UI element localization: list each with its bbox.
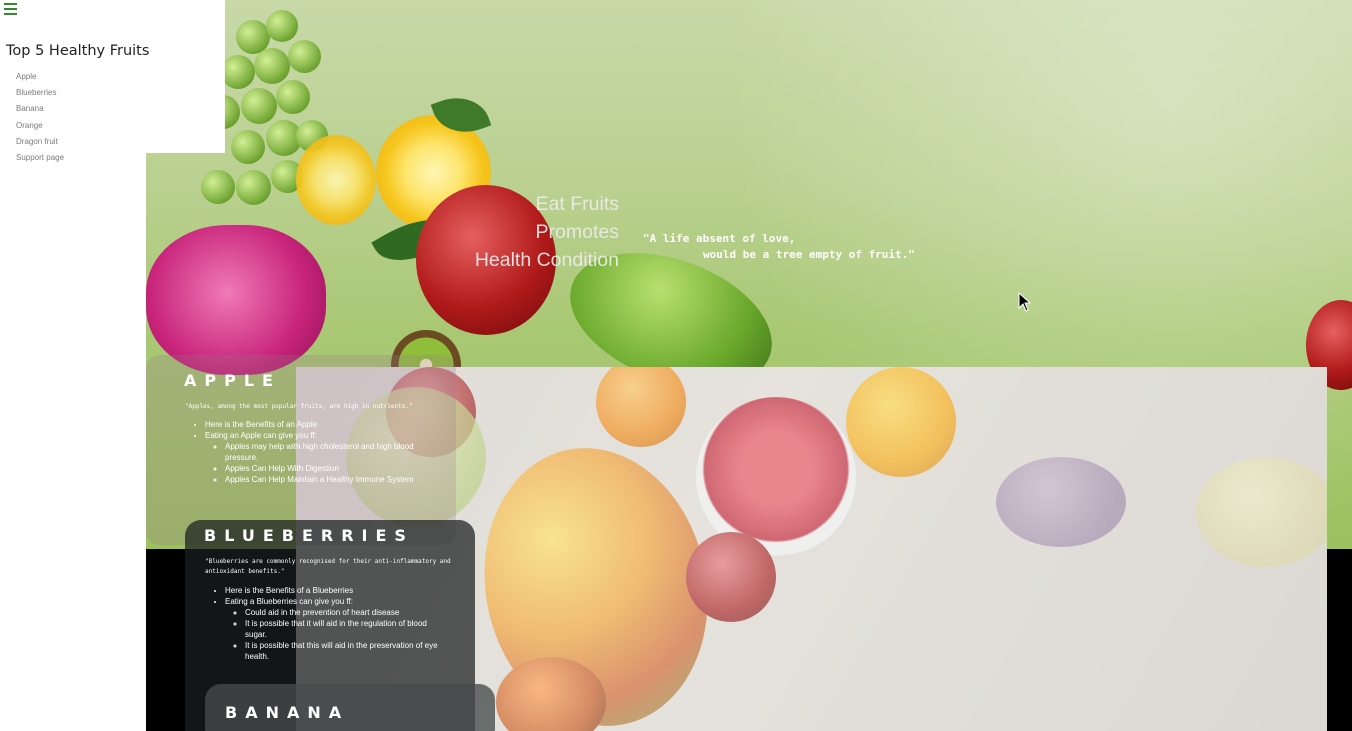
- list-item: Could aid in the prevention of heart dis…: [245, 607, 445, 618]
- list-item-label: Eating a Blueberries can give you ff:: [225, 597, 353, 606]
- banana-heading: BANANA: [225, 703, 350, 722]
- sidebar-item-support-page[interactable]: Support page: [16, 153, 64, 169]
- sidebar-item-dragon-fruit[interactable]: Dragon fruit: [16, 137, 64, 153]
- list-item: It is possible that this will aid in the…: [245, 640, 445, 662]
- hero-quote-line: "A life absent of love,: [643, 232, 796, 245]
- list-item: Apples may help with high cholesterol an…: [225, 441, 435, 463]
- list-item: Apples Can Help Maintain a Healthy Immun…: [225, 474, 435, 485]
- apple-sub-list: Apples may help with high cholesterol an…: [205, 441, 435, 485]
- blueberries-quote: "Blueberries are commonly recognised for…: [205, 558, 451, 575]
- sidebar-item-apple[interactable]: Apple: [16, 72, 64, 88]
- list-item-label: Eating an Apple can give you ff:: [205, 431, 317, 440]
- sidebar-item-blueberries[interactable]: Blueberries: [16, 88, 64, 104]
- sidebar-item-banana[interactable]: Banana: [16, 104, 64, 120]
- list-item: Apples Can Help With Digestion: [225, 463, 435, 474]
- list-item: Here is the Benefits of an Apple: [205, 419, 435, 430]
- hamburger-menu-icon[interactable]: [4, 3, 17, 15]
- list-item: Here is the Benefits of a Blueberries: [225, 585, 445, 596]
- apple-benefits-list: Here is the Benefits of an Apple Eating …: [205, 419, 435, 485]
- blueberries-heading: BLUEBERRIES: [204, 526, 414, 545]
- sidebar-title: Top 5 Healthy Fruits: [6, 43, 150, 59]
- apple-heading: APPLE: [184, 371, 281, 390]
- apple-quote: "Apples, among the most popular fruits, …: [185, 403, 413, 410]
- hero-quote: "A life absent of love, would be a tree …: [643, 231, 915, 263]
- hero-title-line: Health Condition: [474, 249, 619, 271]
- hero-quote-line: would be a tree empty of fruit.": [703, 248, 915, 261]
- sidebar-item-orange[interactable]: Orange: [16, 121, 64, 137]
- list-item: It is possible that it will aid in the r…: [245, 618, 445, 640]
- hero-title-line: Promotes: [535, 221, 619, 243]
- list-item: Eating an Apple can give you ff: Apples …: [205, 430, 435, 485]
- sidebar-nav: Apple Blueberries Banana Orange Dragon f…: [16, 72, 64, 169]
- blueberries-benefits-list: Here is the Benefits of a Blueberries Ea…: [225, 585, 445, 662]
- hero-title: Eat Fruits Promotes Health Condition: [446, 190, 619, 274]
- hero-title-line: Eat Fruits: [535, 193, 619, 215]
- mouse-cursor-icon: [1018, 292, 1032, 312]
- list-item: Eating a Blueberries can give you ff: Co…: [225, 596, 445, 662]
- blueberries-sub-list: Could aid in the prevention of heart dis…: [225, 607, 445, 662]
